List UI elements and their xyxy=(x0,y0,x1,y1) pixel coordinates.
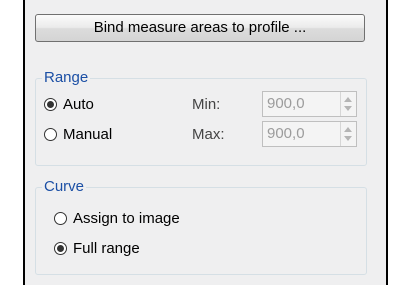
spin-down-icon[interactable] xyxy=(344,106,352,111)
radio-unchecked-icon xyxy=(54,212,67,225)
curve-group-title: Curve xyxy=(42,178,87,195)
min-value: 900,0 xyxy=(267,95,305,112)
radio-unchecked-icon xyxy=(44,128,57,141)
radio-checked-icon xyxy=(44,98,57,111)
max-label: Max: xyxy=(192,126,225,143)
range-auto-label: Auto xyxy=(63,96,94,113)
max-spinbox[interactable]: 900,0 xyxy=(262,121,357,147)
range-group-title: Range xyxy=(42,69,91,86)
max-value: 900,0 xyxy=(267,125,305,142)
settings-panel: Bind measure areas to profile ... Range … xyxy=(23,0,388,285)
range-auto-radio[interactable]: Auto xyxy=(44,96,94,113)
spin-up-icon[interactable] xyxy=(344,97,352,102)
curve-group: Curve Assign to image Full range xyxy=(35,178,367,275)
curve-full-range-label: Full range xyxy=(73,240,140,257)
bind-measure-areas-button[interactable]: Bind measure areas to profile ... xyxy=(35,14,365,42)
min-spin-buttons[interactable] xyxy=(340,92,356,116)
spin-down-icon[interactable] xyxy=(344,136,352,141)
curve-full-range-radio[interactable]: Full range xyxy=(54,240,140,257)
range-group: Range Auto Manual Min: 900,0 Max: 900,0 xyxy=(35,69,367,166)
min-label: Min: xyxy=(192,96,221,113)
range-manual-radio[interactable]: Manual xyxy=(44,126,112,143)
max-spin-buttons[interactable] xyxy=(340,122,356,146)
curve-assign-label: Assign to image xyxy=(73,210,180,227)
curve-assign-to-image-radio[interactable]: Assign to image xyxy=(54,210,180,227)
range-manual-label: Manual xyxy=(63,126,113,143)
min-spinbox[interactable]: 900,0 xyxy=(262,91,357,117)
spin-up-icon[interactable] xyxy=(344,127,352,132)
radio-checked-icon xyxy=(54,242,67,255)
